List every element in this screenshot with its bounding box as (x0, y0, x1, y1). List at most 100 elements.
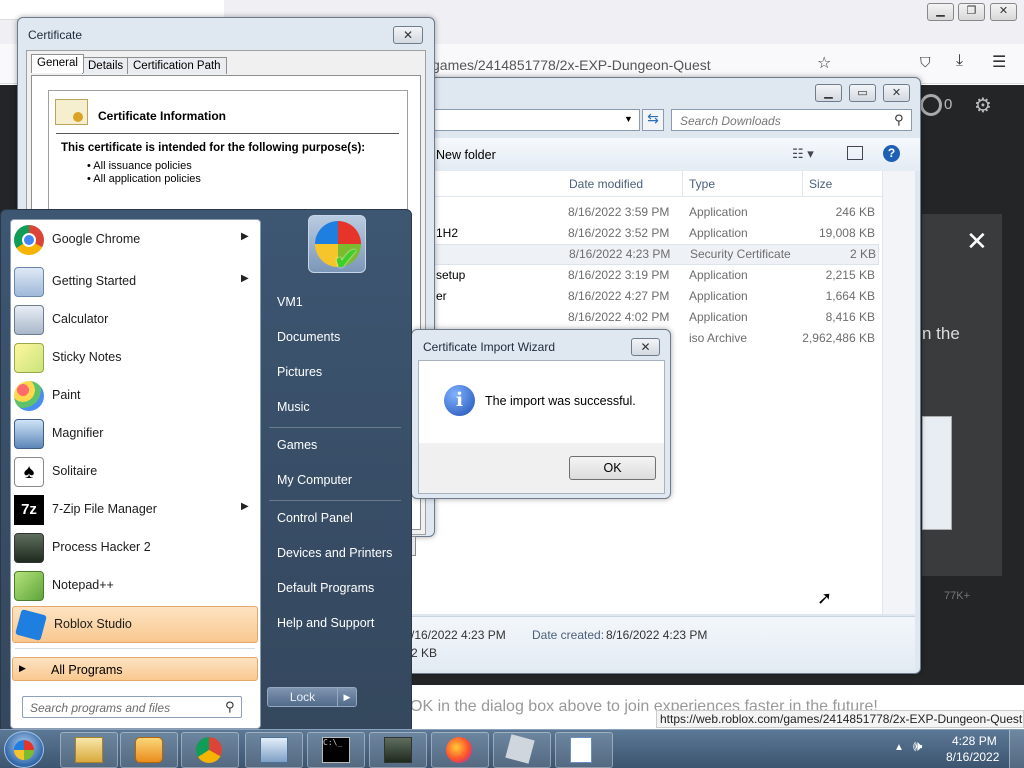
explorer-maximize-button[interactable]: ▭ (849, 84, 876, 102)
purpose-heading: This certificate is intended for the fol… (61, 142, 366, 154)
clock-time[interactable]: 4:28 PM (952, 734, 997, 748)
file-row[interactable]: setup 8/16/2022 3:19 PM Application 2,21… (401, 265, 881, 286)
download-icon[interactable]: ⤓ (956, 52, 963, 70)
start-right-control-panel[interactable]: Control Panel (277, 511, 353, 525)
settings-gear-icon[interactable]: ⚙ (974, 93, 992, 118)
start-button[interactable] (4, 731, 44, 768)
start-right-pictures[interactable]: Pictures (277, 365, 322, 379)
url-bar[interactable]: games/2414851778/2x-EXP-Dungeon-Quest (432, 57, 711, 73)
taskbar-chrome[interactable] (181, 732, 239, 768)
checkmark-icon: ✔ (333, 241, 360, 277)
taskbar-explorer[interactable] (60, 732, 118, 768)
new-folder-button[interactable]: New folder (436, 148, 496, 162)
taskbar-firefox[interactable] (431, 732, 489, 768)
tab-details[interactable]: Details (82, 57, 130, 74)
close-modal-icon[interactable]: ✕ (966, 226, 988, 257)
program-google-chrome[interactable]: Google Chrome ▶ (11, 222, 260, 258)
volume-icon[interactable]: 🕪 (913, 738, 922, 755)
file-row[interactable]: 1H2 8/16/2022 3:52 PM Application 19,008… (401, 223, 881, 244)
file-size: 8,416 KB (825, 310, 875, 324)
file-row[interactable]: 8/16/2022 4:02 PM Application 8,416 KB (401, 307, 881, 328)
modal-overlay: ✕ n the (922, 214, 1002, 576)
taskbar: C:\_ ▲ 🕪 4:28 PM 8/16/2022 (0, 729, 1024, 768)
program-7zip[interactable]: 7z 7-Zip File Manager ▶ (11, 492, 260, 528)
file-name: 1H2 (436, 226, 459, 240)
program-process-hacker[interactable]: Process Hacker 2 (11, 530, 260, 566)
program-paint[interactable]: Paint (11, 378, 260, 414)
show-hidden-icons-icon[interactable]: ▲ (894, 742, 904, 753)
vertical-scrollbar[interactable] (882, 171, 915, 614)
file-row[interactable]: er 8/16/2022 4:27 PM Application 1,664 K… (401, 286, 881, 307)
file-row-selected[interactable]: 8/16/2022 4:23 PM Security Certificate 2… (401, 244, 879, 265)
program-solitaire[interactable]: ♠ Solitaire (11, 454, 260, 490)
file-type: Application (689, 226, 748, 240)
preview-pane-icon[interactable] (847, 146, 863, 160)
ok-button[interactable]: OK (569, 456, 656, 480)
taskbar-cmd[interactable]: C:\_ (307, 732, 365, 768)
submenu-arrow-icon: ▶ (241, 273, 249, 284)
program-getting-started[interactable]: Getting Started ▶ (11, 264, 260, 300)
minimize-button[interactable]: ▁ (927, 3, 954, 21)
taskbar-media-player[interactable] (120, 732, 178, 768)
column-type[interactable]: Type (689, 177, 715, 191)
explorer-minimize-button[interactable]: ▁ (815, 84, 842, 102)
program-calculator[interactable]: Calculator (11, 302, 260, 338)
file-date: 8/16/2022 4:23 PM (569, 247, 671, 261)
clock-date[interactable]: 8/16/2022 (946, 750, 999, 764)
file-date: 8/16/2022 3:19 PM (568, 268, 670, 282)
tab-certification-path[interactable]: Certification Path (127, 57, 227, 74)
file-name: setup (436, 268, 466, 282)
taskbar-roblox[interactable] (493, 732, 551, 768)
magnifier-icon (14, 419, 44, 449)
program-label: Google Chrome (52, 232, 141, 246)
start-right-documents[interactable]: Documents (277, 330, 340, 344)
cmd-icon: C:\_ (322, 737, 350, 763)
pocket-icon[interactable]: ⛉ (920, 54, 931, 71)
program-notepadpp[interactable]: Notepad++ (11, 568, 260, 604)
robux-count: 0 (944, 96, 953, 113)
start-right-devices-printers[interactable]: Devices and Printers (277, 546, 392, 560)
all-programs-button[interactable]: ▶ All Programs (12, 657, 258, 681)
taskbar-process-hacker[interactable] (369, 732, 427, 768)
roblox-icon (505, 734, 535, 764)
explorer-close-button[interactable]: ✕ (883, 84, 910, 102)
start-right-default-programs[interactable]: Default Programs (277, 581, 374, 595)
column-size[interactable]: Size (809, 177, 832, 191)
shutdown-options-icon[interactable]: ▶ (337, 687, 357, 707)
certificate-close-button[interactable]: ✕ (393, 26, 423, 44)
restore-button[interactable]: ❐ (958, 3, 985, 21)
program-roblox-studio[interactable]: Roblox Studio (12, 606, 258, 643)
show-desktop-button[interactable] (1009, 730, 1024, 768)
process-hacker-icon (14, 533, 44, 563)
file-size: 19,008 KB (818, 226, 875, 240)
program-label: Process Hacker 2 (52, 540, 151, 554)
lock-button[interactable]: Lock (267, 687, 338, 707)
tab-general[interactable]: General (31, 54, 84, 73)
address-dropdown-icon[interactable]: ▼ (624, 114, 633, 124)
user-picture[interactable]: ✔ (308, 215, 366, 277)
help-icon[interactable]: ? (883, 145, 900, 162)
taskbar-network[interactable] (245, 732, 303, 768)
file-row[interactable]: 8/16/2022 3:59 PM Application 246 KB (401, 202, 881, 223)
process-hacker-icon (384, 737, 412, 763)
start-right-music[interactable]: Music (277, 400, 310, 414)
program-sticky-notes[interactable]: Sticky Notes (11, 340, 260, 376)
solitaire-icon: ♠ (14, 457, 44, 487)
start-search-input[interactable]: Search programs and files ⚲ (22, 696, 242, 718)
start-right-help-support[interactable]: Help and Support (277, 616, 374, 630)
start-right-games[interactable]: Games (277, 438, 317, 452)
taskbar-notepad[interactable] (555, 732, 613, 768)
search-downloads-input[interactable]: Search Downloads ⚲ (671, 109, 912, 131)
star-icon[interactable]: ☆ (817, 53, 831, 73)
refresh-icon[interactable]: ⇆ (642, 109, 664, 131)
column-date-modified[interactable]: Date modified (569, 177, 643, 191)
close-button[interactable]: ✕ (990, 3, 1017, 21)
program-magnifier[interactable]: Magnifier (11, 416, 260, 452)
dialog-close-button[interactable]: ✕ (631, 338, 660, 356)
menu-icon[interactable]: ☰ (992, 52, 1006, 72)
address-bar[interactable]: ▼ (401, 109, 640, 131)
view-options-icon[interactable]: ☷ ▾ (792, 146, 814, 162)
start-right-my-computer[interactable]: My Computer (277, 473, 352, 487)
start-right-vm1[interactable]: VM1 (277, 295, 303, 309)
robux-icon[interactable] (920, 94, 942, 116)
